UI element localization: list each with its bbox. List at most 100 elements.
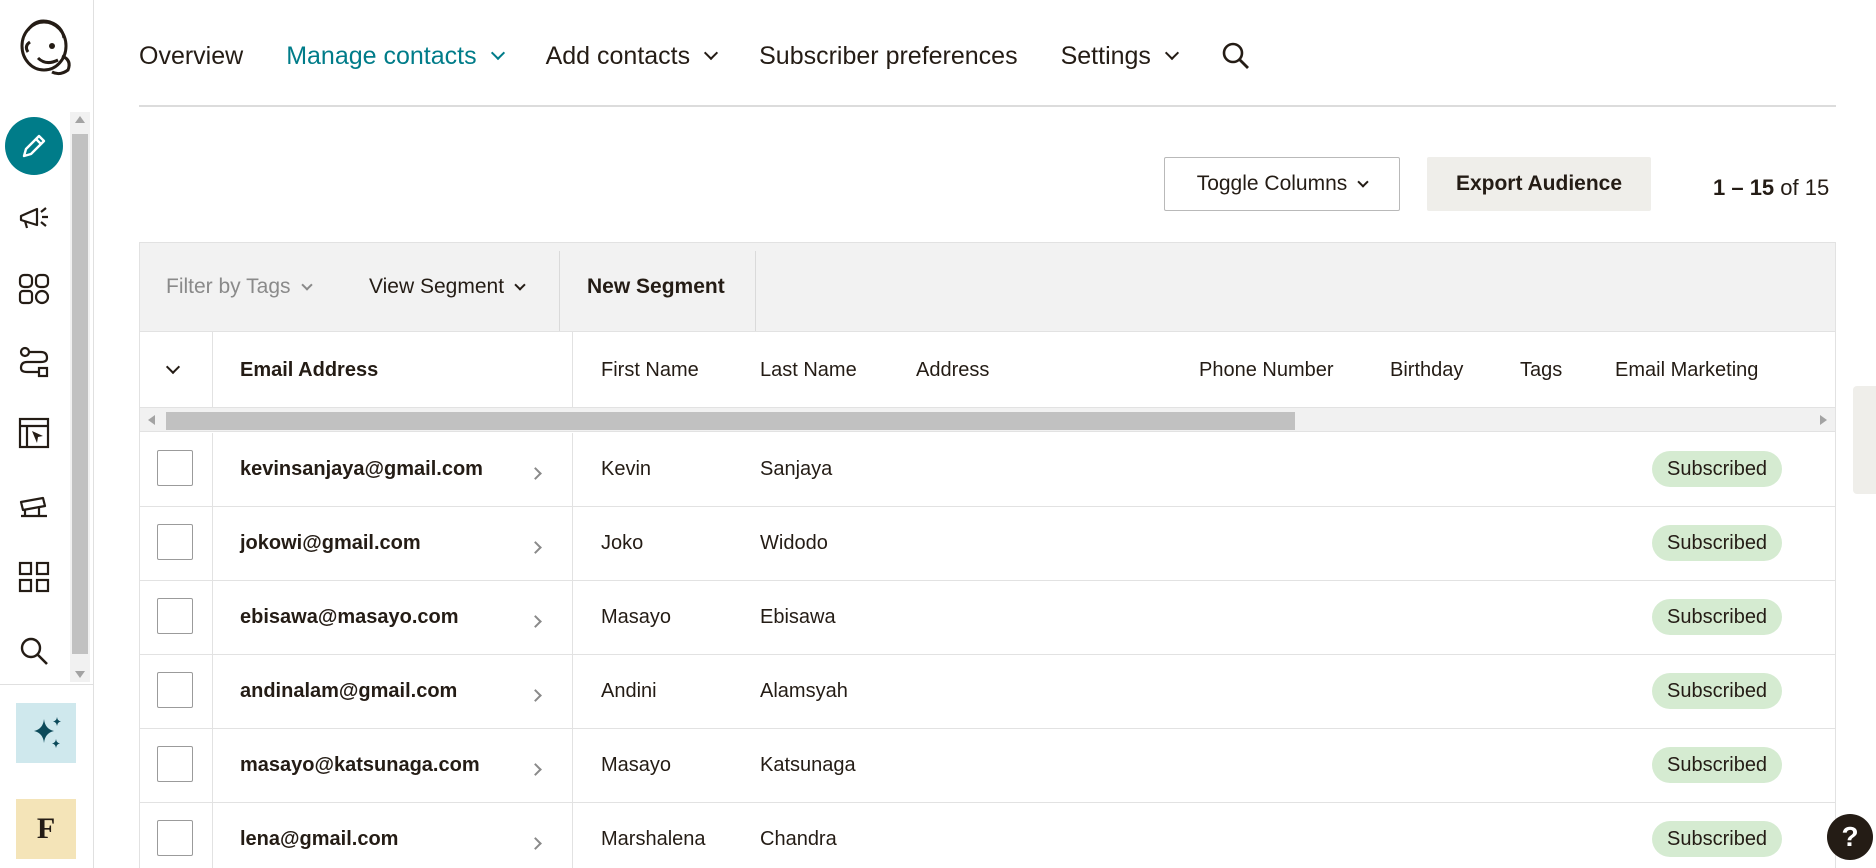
- row-checkbox[interactable]: [157, 598, 193, 634]
- table-row[interactable]: lena@gmail.com Marshalena Chandra Subscr…: [140, 803, 1835, 868]
- campaigns-nav[interactable]: [10, 193, 58, 241]
- pagination-summary: 1 – 15 of 15: [1713, 175, 1829, 201]
- row-last-name: Widodo: [760, 532, 828, 554]
- row-email[interactable]: kevinsanjaya@gmail.com: [240, 433, 483, 506]
- row-first-name: Andini: [601, 680, 657, 702]
- account-avatar[interactable]: F: [16, 799, 76, 859]
- table-row[interactable]: ebisawa@masayo.com Masayo Ebisawa Subscr…: [140, 581, 1835, 655]
- column-divider: [572, 332, 573, 408]
- row-checkbox[interactable]: [157, 450, 193, 486]
- left-rail: F: [0, 0, 94, 868]
- nav-subscriber-preferences-label: Subscriber preferences: [759, 41, 1018, 70]
- col-last-name[interactable]: Last Name: [760, 332, 857, 408]
- automations-nav[interactable]: [10, 337, 58, 385]
- app-root: F Overview Manage contacts Add contacts …: [0, 0, 1876, 868]
- search-nav[interactable]: [10, 627, 58, 675]
- chevron-right-icon[interactable]: [529, 763, 542, 776]
- toggle-columns-button[interactable]: Toggle Columns: [1164, 157, 1400, 211]
- chevron-down-icon: [300, 278, 313, 291]
- nav-subscriber-preferences[interactable]: Subscriber preferences: [759, 40, 1017, 72]
- all-apps-nav[interactable]: [10, 553, 58, 601]
- nav-add-contacts[interactable]: Add contacts: [546, 40, 719, 72]
- status-badge: Subscribed: [1652, 525, 1783, 561]
- integrations-icon: [19, 496, 47, 518]
- horizontal-scrollbar-thumb[interactable]: [166, 412, 1295, 430]
- chevron-right-icon[interactable]: [529, 615, 542, 628]
- scroll-down-arrow-icon[interactable]: [75, 671, 85, 678]
- chevron-right-icon[interactable]: [529, 689, 542, 702]
- contacts-table: Email Address First Name Last Name Addre…: [139, 332, 1836, 868]
- nav-manage-contacts[interactable]: Manage contacts: [286, 40, 505, 72]
- row-email[interactable]: ebisawa@masayo.com: [240, 581, 459, 654]
- pager-total: 15: [1804, 175, 1830, 200]
- chevron-right-icon[interactable]: [529, 837, 542, 850]
- col-birthday[interactable]: Birthday: [1390, 332, 1463, 408]
- new-segment-label: New Segment: [587, 275, 725, 298]
- grid-icon: [18, 561, 50, 593]
- feedback-tab[interactable]: [1853, 386, 1876, 494]
- table-row[interactable]: kevinsanjaya@gmail.com Kevin Sanjaya Sub…: [140, 433, 1835, 507]
- help-button[interactable]: ?: [1827, 814, 1873, 860]
- status-badge: Subscribed: [1652, 451, 1783, 487]
- table-row[interactable]: andinalam@gmail.com Andini Alamsyah Subs…: [140, 655, 1835, 729]
- row-checkbox[interactable]: [157, 672, 193, 708]
- audience-icon: [18, 273, 50, 305]
- row-checkbox[interactable]: [157, 820, 193, 856]
- export-audience-button[interactable]: Export Audience: [1427, 157, 1651, 211]
- integrations-nav[interactable]: [10, 481, 58, 529]
- nav-search-button[interactable]: [1220, 40, 1252, 72]
- table-row[interactable]: jokowi@gmail.com Joko Widodo Subscribed: [140, 507, 1835, 581]
- automations-icon: [19, 346, 49, 378]
- pager-of: of: [1780, 175, 1799, 200]
- col-first-name[interactable]: First Name: [601, 332, 699, 408]
- row-email[interactable]: jokowi@gmail.com: [240, 507, 421, 580]
- col-phone-number[interactable]: Phone Number: [1199, 332, 1334, 408]
- chevron-right-icon[interactable]: [529, 467, 542, 480]
- view-segment-dropdown[interactable]: View Segment: [369, 243, 526, 331]
- status-badge: Subscribed: [1652, 673, 1783, 709]
- row-last-name: Alamsyah: [760, 680, 848, 702]
- website-nav[interactable]: [10, 409, 58, 457]
- scroll-left-arrow-icon[interactable]: [148, 415, 155, 425]
- chevron-down-icon: [514, 278, 526, 291]
- create-button[interactable]: [5, 117, 63, 175]
- col-address[interactable]: Address: [916, 332, 989, 408]
- table-horizontal-scrollbar[interactable]: [140, 408, 1835, 432]
- nav-settings[interactable]: Settings: [1061, 40, 1180, 72]
- status-badge: Subscribed: [1652, 821, 1783, 857]
- row-email[interactable]: masayo@katsunaga.com: [240, 729, 480, 802]
- col-tags[interactable]: Tags: [1520, 332, 1562, 408]
- select-all-chevron-icon[interactable]: [165, 359, 181, 375]
- nav-overview-label: Overview: [139, 41, 244, 70]
- row-email[interactable]: lena@gmail.com: [240, 803, 398, 868]
- table-row[interactable]: masayo@katsunaga.com Masayo Katsunaga Su…: [140, 729, 1835, 803]
- search-icon: [1222, 42, 1249, 69]
- status-badge: Subscribed: [1652, 747, 1783, 783]
- row-last-name: Katsunaga: [760, 754, 856, 776]
- rail-scrollbar[interactable]: [70, 112, 90, 682]
- scroll-right-arrow-icon[interactable]: [1820, 415, 1827, 425]
- rail-divider: [0, 684, 93, 685]
- top-nav: Overview Manage contacts Add contacts Su…: [139, 40, 1836, 107]
- scrollbar-thumb[interactable]: [72, 134, 88, 654]
- row-checkbox[interactable]: [157, 524, 193, 560]
- filter-by-tags-dropdown[interactable]: Filter by Tags: [166, 243, 313, 331]
- chevron-down-icon: [490, 45, 505, 61]
- row-checkbox[interactable]: [157, 746, 193, 782]
- chevron-right-icon[interactable]: [529, 541, 542, 554]
- sparkle-icon: [34, 717, 61, 748]
- account-initial: F: [36, 812, 56, 845]
- chevron-down-icon: [1357, 175, 1369, 188]
- mailchimp-logo-icon[interactable]: [16, 16, 76, 80]
- new-segment-button[interactable]: New Segment: [587, 243, 725, 331]
- intuit-assist-button[interactable]: [16, 703, 76, 763]
- pencil-icon: [22, 134, 46, 158]
- audience-nav[interactable]: [10, 265, 58, 313]
- row-last-name: Sanjaya: [760, 458, 833, 480]
- col-email-marketing[interactable]: Email Marketing: [1615, 332, 1758, 408]
- col-email-address[interactable]: Email Address: [240, 332, 378, 408]
- search-icon: [20, 637, 48, 665]
- scroll-up-arrow-icon[interactable]: [75, 116, 85, 123]
- nav-overview[interactable]: Overview: [139, 40, 243, 72]
- row-email[interactable]: andinalam@gmail.com: [240, 655, 457, 728]
